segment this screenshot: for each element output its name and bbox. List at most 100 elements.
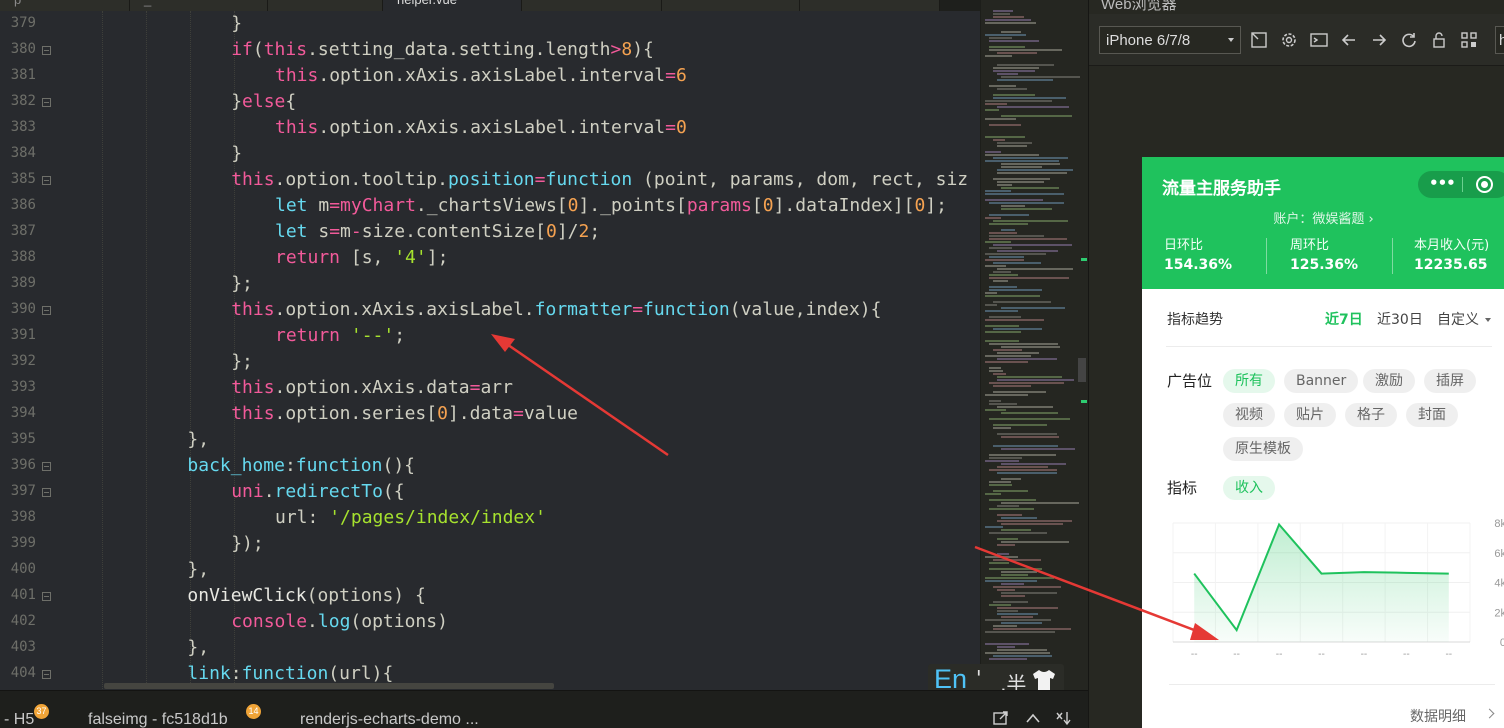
- editor-tab[interactable]: p: [0, 0, 130, 11]
- code-line[interactable]: if(this.setting_data.setting.length>8){: [231, 37, 654, 63]
- gear-icon[interactable]: [1279, 30, 1299, 50]
- code-line[interactable]: console.log(options): [231, 609, 448, 635]
- code-line[interactable]: back_home:function(){: [187, 453, 415, 479]
- code-line[interactable]: },: [187, 635, 209, 661]
- minimap-line: [989, 49, 1062, 51]
- minimap-line: [985, 136, 1025, 138]
- status-tab-h5[interactable]: - H5: [4, 711, 34, 728]
- code-line[interactable]: },: [187, 427, 209, 453]
- code-token: (: [252, 39, 264, 60]
- more-icon[interactable]: •••: [1429, 174, 1456, 192]
- code-line[interactable]: }: [231, 141, 242, 167]
- code-line[interactable]: uni.redirectTo({: [231, 479, 404, 505]
- chip-income[interactable]: 收入: [1223, 476, 1275, 500]
- fold-toggle-icon[interactable]: [42, 176, 51, 185]
- minimap-line: [985, 340, 1019, 342]
- code-token: =: [469, 377, 481, 398]
- chevron-up-icon[interactable]: [1024, 710, 1042, 726]
- line-number: 404: [0, 661, 58, 687]
- close-target-icon[interactable]: [1476, 176, 1493, 193]
- editor-tab[interactable]: [800, 0, 940, 11]
- scroll-lock-icon[interactable]: [1054, 710, 1072, 726]
- minimap[interactable]: [980, 0, 1088, 690]
- code-token: .option.xAxis.axisLabel.interval: [318, 65, 666, 86]
- code-line[interactable]: onViewClick(options) {: [187, 583, 425, 609]
- editor-tab[interactable]: [662, 0, 800, 11]
- ime-punctuation-indicator[interactable]: ': [976, 666, 982, 690]
- code-line[interactable]: },: [187, 557, 209, 583]
- minimap-line: [993, 271, 1011, 273]
- fold-toggle-icon[interactable]: [42, 46, 51, 55]
- qrcode-icon[interactable]: [1459, 30, 1479, 50]
- chip-interstitial[interactable]: 插屏: [1424, 369, 1476, 393]
- code-line[interactable]: this.option.series[0].data=value: [231, 401, 578, 427]
- code-line[interactable]: return '--';: [275, 323, 405, 349]
- popout-icon[interactable]: [992, 710, 1010, 726]
- minimap-line: [993, 490, 1028, 492]
- lock-icon[interactable]: [1429, 30, 1449, 50]
- chip-grid[interactable]: 格子: [1345, 403, 1397, 427]
- fold-toggle-icon[interactable]: [42, 670, 51, 679]
- chip-patch[interactable]: 贴片: [1284, 403, 1336, 427]
- fold-toggle-icon[interactable]: [42, 488, 51, 497]
- editor-tab-label: p: [14, 0, 21, 7]
- horizontal-scrollbar-thumb[interactable]: [104, 683, 554, 689]
- code-token: formatter: [534, 299, 633, 320]
- chip-video[interactable]: 视频: [1223, 403, 1275, 427]
- device-select[interactable]: iPhone 6/7/8: [1099, 26, 1241, 54]
- console-icon[interactable]: [1309, 30, 1329, 50]
- phone-simulator[interactable]: 流量主服务助手 ••• 账户：微娱酱题 › 日环比 154.36% 周环比 12…: [1142, 157, 1504, 728]
- forward-arrow-icon[interactable]: [1369, 30, 1389, 50]
- code-line[interactable]: this.option.xAxis.data=arr: [231, 375, 513, 401]
- code-line[interactable]: };: [231, 349, 253, 375]
- editor-tab[interactable]: _: [130, 0, 268, 11]
- chip-native-template[interactable]: 原生模板: [1223, 437, 1303, 461]
- rotate-screen-icon[interactable]: [1249, 30, 1269, 50]
- code-line[interactable]: this.option.xAxis.axisLabel.formatter=fu…: [231, 297, 881, 323]
- tshirt-icon[interactable]: [1030, 668, 1058, 692]
- chip-banner[interactable]: Banner: [1284, 369, 1359, 393]
- chip-incentive[interactable]: 激励: [1363, 369, 1415, 393]
- data-detail-link[interactable]: 数据明细: [1410, 706, 1466, 726]
- fold-toggle-icon[interactable]: [42, 98, 51, 107]
- fold-toggle-icon[interactable]: [42, 592, 51, 601]
- code-line[interactable]: let m=myChart._chartsViews[0]._points[pa…: [275, 193, 947, 219]
- account-switcher[interactable]: 账户：微娱酱题 ›: [1142, 208, 1504, 227]
- code-line[interactable]: this.option.tooltip.position=function (p…: [231, 167, 968, 193]
- code-line[interactable]: this.option.xAxis.axisLabel.interval=0: [275, 115, 687, 141]
- editor-tab[interactable]: [522, 0, 662, 11]
- fold-toggle-icon[interactable]: [42, 306, 51, 315]
- range-30d[interactable]: 近30日: [1377, 309, 1423, 329]
- code-line[interactable]: }else{: [231, 89, 296, 115]
- status-tab-renderjs[interactable]: renderjs-echarts-demo ...: [300, 711, 479, 728]
- minimap-line: [997, 505, 1019, 507]
- chip-all[interactable]: 所有: [1223, 369, 1275, 393]
- editor-tab[interactable]: [268, 0, 383, 11]
- minimap-line: [985, 193, 1064, 195]
- chip-cover[interactable]: 封面: [1406, 403, 1458, 427]
- code-area[interactable]: } if(this.setting_data.setting.length>8){…: [58, 11, 980, 690]
- vertical-scrollbar-thumb[interactable]: [1078, 358, 1086, 382]
- miniprogram-capsule[interactable]: •••: [1418, 171, 1504, 198]
- refresh-icon[interactable]: [1399, 30, 1419, 50]
- editor-tab[interactable]: helper.vue: [383, 0, 522, 11]
- code-token: });: [231, 533, 264, 554]
- code-line[interactable]: this.option.xAxis.axisLabel.interval=6: [275, 63, 687, 89]
- code-line[interactable]: };: [231, 271, 253, 297]
- status-tab-falseimg[interactable]: falseimg - fc518d1b: [88, 711, 228, 728]
- range-7d[interactable]: 近7日: [1325, 309, 1363, 329]
- income-trend-chart[interactable]: 0 2k 4k 6k 8k -- -- -- -- -- -- --: [1164, 517, 1504, 667]
- code-line[interactable]: }: [231, 11, 242, 37]
- fold-toggle-icon[interactable]: [42, 462, 51, 471]
- code-editor[interactable]: p _ helper.vue 379 380 381 382 383 384 385 386 387…: [0, 0, 1088, 690]
- url-input[interactable]: h: [1495, 26, 1504, 54]
- minimap-line: [1001, 307, 1065, 309]
- y-tick-label: 8k: [1494, 518, 1504, 530]
- code-line[interactable]: url: '/pages/index/index': [275, 505, 546, 531]
- line-number-text: 400: [10, 561, 36, 577]
- code-line[interactable]: });: [231, 531, 264, 557]
- code-line[interactable]: let s=m-size.contentSize[0]/2;: [275, 219, 600, 245]
- code-line[interactable]: return [s, '4'];: [275, 245, 448, 271]
- back-arrow-icon[interactable]: [1339, 30, 1359, 50]
- range-custom[interactable]: 自定义: [1437, 309, 1479, 329]
